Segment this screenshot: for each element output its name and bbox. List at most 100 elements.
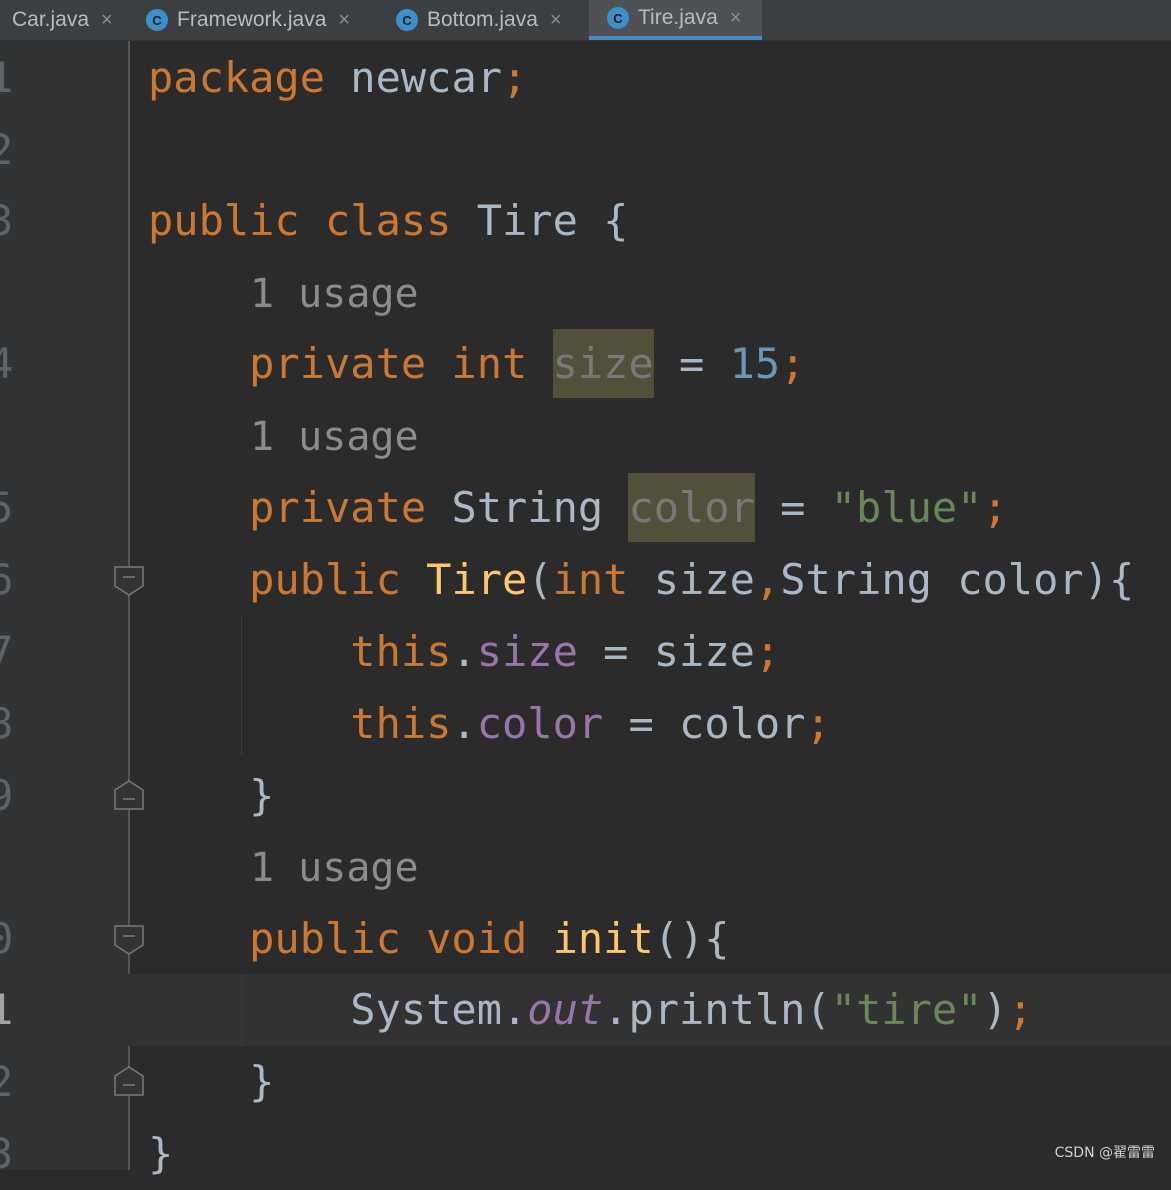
code-token: ; bbox=[982, 483, 1008, 532]
java-class-icon: C bbox=[146, 9, 168, 31]
fold-collapse-icon[interactable] bbox=[114, 566, 144, 596]
code-line: 3 public class Tire { bbox=[0, 185, 1171, 257]
code-token: = size bbox=[577, 627, 755, 676]
line-code: } bbox=[148, 1046, 274, 1118]
code-token: out bbox=[527, 985, 604, 1034]
code-token: ; bbox=[1007, 985, 1034, 1034]
java-class-icon: C bbox=[607, 7, 629, 29]
line-code: this.color = color; bbox=[148, 688, 831, 760]
code-token: ( bbox=[527, 555, 553, 604]
tab-bottom-java[interactable]: C Bottom.java × bbox=[396, 0, 586, 40]
fold-end-icon[interactable] bbox=[114, 780, 144, 810]
code-token: } bbox=[148, 1057, 275, 1106]
line-number: 1 bbox=[0, 53, 14, 102]
line-code: private String color = "blue"; bbox=[148, 472, 1008, 544]
code-token: . bbox=[451, 627, 477, 676]
editor-tab-bar: Car.java × C Framework.java × C Bottom.j… bbox=[0, 0, 1171, 41]
code-token: this bbox=[148, 699, 452, 748]
line-code: package newcar; bbox=[148, 42, 527, 114]
tab-label: Car.java bbox=[12, 8, 90, 31]
highlighted-identifier: size bbox=[552, 329, 654, 398]
usage-hint-line: 1 usage bbox=[0, 401, 1171, 473]
code-line: 2 bbox=[0, 114, 1171, 186]
line-number: 4 bbox=[0, 339, 14, 388]
code-token: System. bbox=[148, 985, 528, 1034]
line-code: System.out.println("tire"); bbox=[148, 974, 1033, 1046]
line-code: public class Tire { bbox=[148, 185, 628, 257]
code-token: newcar bbox=[350, 53, 503, 102]
line-number: 2 bbox=[0, 125, 14, 174]
line-code: public Tire(int size,String color){ bbox=[148, 544, 1134, 616]
usage-hint-line: 1 usage bbox=[0, 258, 1171, 330]
code-token: public void bbox=[148, 914, 553, 963]
code-token: private int bbox=[148, 339, 553, 388]
code-token: ; bbox=[780, 339, 806, 388]
tab-framework-java[interactable]: C Framework.java × bbox=[146, 0, 376, 40]
usage-hint[interactable]: 1 usage bbox=[250, 401, 419, 473]
code-token: Tire { bbox=[476, 196, 629, 245]
code-line: 5 private String color = "blue"; bbox=[0, 472, 1171, 544]
code-token: ; bbox=[805, 699, 831, 748]
line-number: 9 bbox=[0, 771, 14, 820]
code-token: String bbox=[451, 483, 629, 532]
line-code: private int size = 15; bbox=[148, 328, 805, 400]
fold-collapse-icon[interactable] bbox=[114, 925, 144, 955]
code-line: 9 } bbox=[0, 760, 1171, 832]
code-line: 6 public Tire(int size,String color){ bbox=[0, 544, 1171, 616]
code-token: = bbox=[653, 339, 730, 388]
line-number: 3 bbox=[0, 1129, 14, 1178]
tab-tire-java[interactable]: C Tire.java × bbox=[589, 0, 762, 40]
tab-label: Framework.java bbox=[177, 8, 327, 31]
close-icon[interactable]: × bbox=[101, 9, 113, 32]
code-line: 4 private int size = 15; bbox=[0, 328, 1171, 400]
tab-label: Bottom.java bbox=[427, 8, 538, 31]
tab-label: Tire.java bbox=[638, 6, 718, 29]
indent-guide bbox=[241, 616, 242, 756]
code-token: "tire" bbox=[830, 985, 983, 1034]
line-code: public void init(){ bbox=[148, 903, 730, 975]
line-number: 7 bbox=[0, 627, 14, 676]
current-code-line: 1 System.out.println("tire"); bbox=[0, 974, 1171, 1046]
usage-hint[interactable]: 1 usage bbox=[250, 832, 419, 904]
highlighted-identifier: color bbox=[628, 473, 755, 542]
line-code: this.size = size; bbox=[148, 616, 780, 688]
code-token: . bbox=[451, 699, 477, 748]
code-line: 8 this.color = color; bbox=[0, 688, 1171, 760]
close-icon[interactable]: × bbox=[550, 9, 562, 32]
code-token: private bbox=[148, 483, 452, 532]
line-number: 5 bbox=[0, 483, 14, 532]
code-token: this bbox=[148, 627, 452, 676]
code-token: color bbox=[476, 699, 604, 748]
line-number: 0 bbox=[0, 914, 14, 963]
java-class-icon: C bbox=[396, 9, 418, 31]
close-icon[interactable]: × bbox=[730, 7, 742, 30]
code-token: = bbox=[754, 483, 831, 532]
code-token: .println( bbox=[603, 985, 831, 1034]
code-token: size bbox=[476, 627, 578, 676]
indent-guide bbox=[241, 974, 242, 1046]
line-number: 2 bbox=[0, 1057, 14, 1106]
code-line: 7 this.size = size; bbox=[0, 616, 1171, 688]
watermark: CSDN @翟雷雷 bbox=[1054, 1145, 1155, 1161]
line-number: 3 bbox=[0, 196, 14, 245]
code-line: 3} bbox=[0, 1118, 1171, 1190]
code-line: 1 package newcar; bbox=[0, 42, 1171, 114]
usage-hint[interactable]: 1 usage bbox=[250, 258, 419, 330]
code-token: (){ bbox=[653, 914, 730, 963]
line-number: 6 bbox=[0, 555, 14, 604]
code-token: } bbox=[148, 771, 275, 820]
code-token: size bbox=[653, 555, 755, 604]
code-token: String color){ bbox=[780, 555, 1135, 604]
code-token: init bbox=[552, 914, 654, 963]
code-token: Tire bbox=[426, 555, 528, 604]
close-icon[interactable]: × bbox=[338, 9, 350, 32]
line-number: 1 bbox=[0, 985, 14, 1034]
code-token: "blue" bbox=[830, 483, 983, 532]
code-token: ; bbox=[502, 53, 528, 102]
code-token: public bbox=[148, 555, 427, 604]
fold-end-icon[interactable] bbox=[114, 1066, 144, 1096]
code-token: , bbox=[754, 555, 781, 604]
code-token: ) bbox=[982, 985, 1008, 1034]
code-token: = color bbox=[603, 699, 806, 748]
tab-car-java[interactable]: Car.java × bbox=[0, 0, 127, 40]
